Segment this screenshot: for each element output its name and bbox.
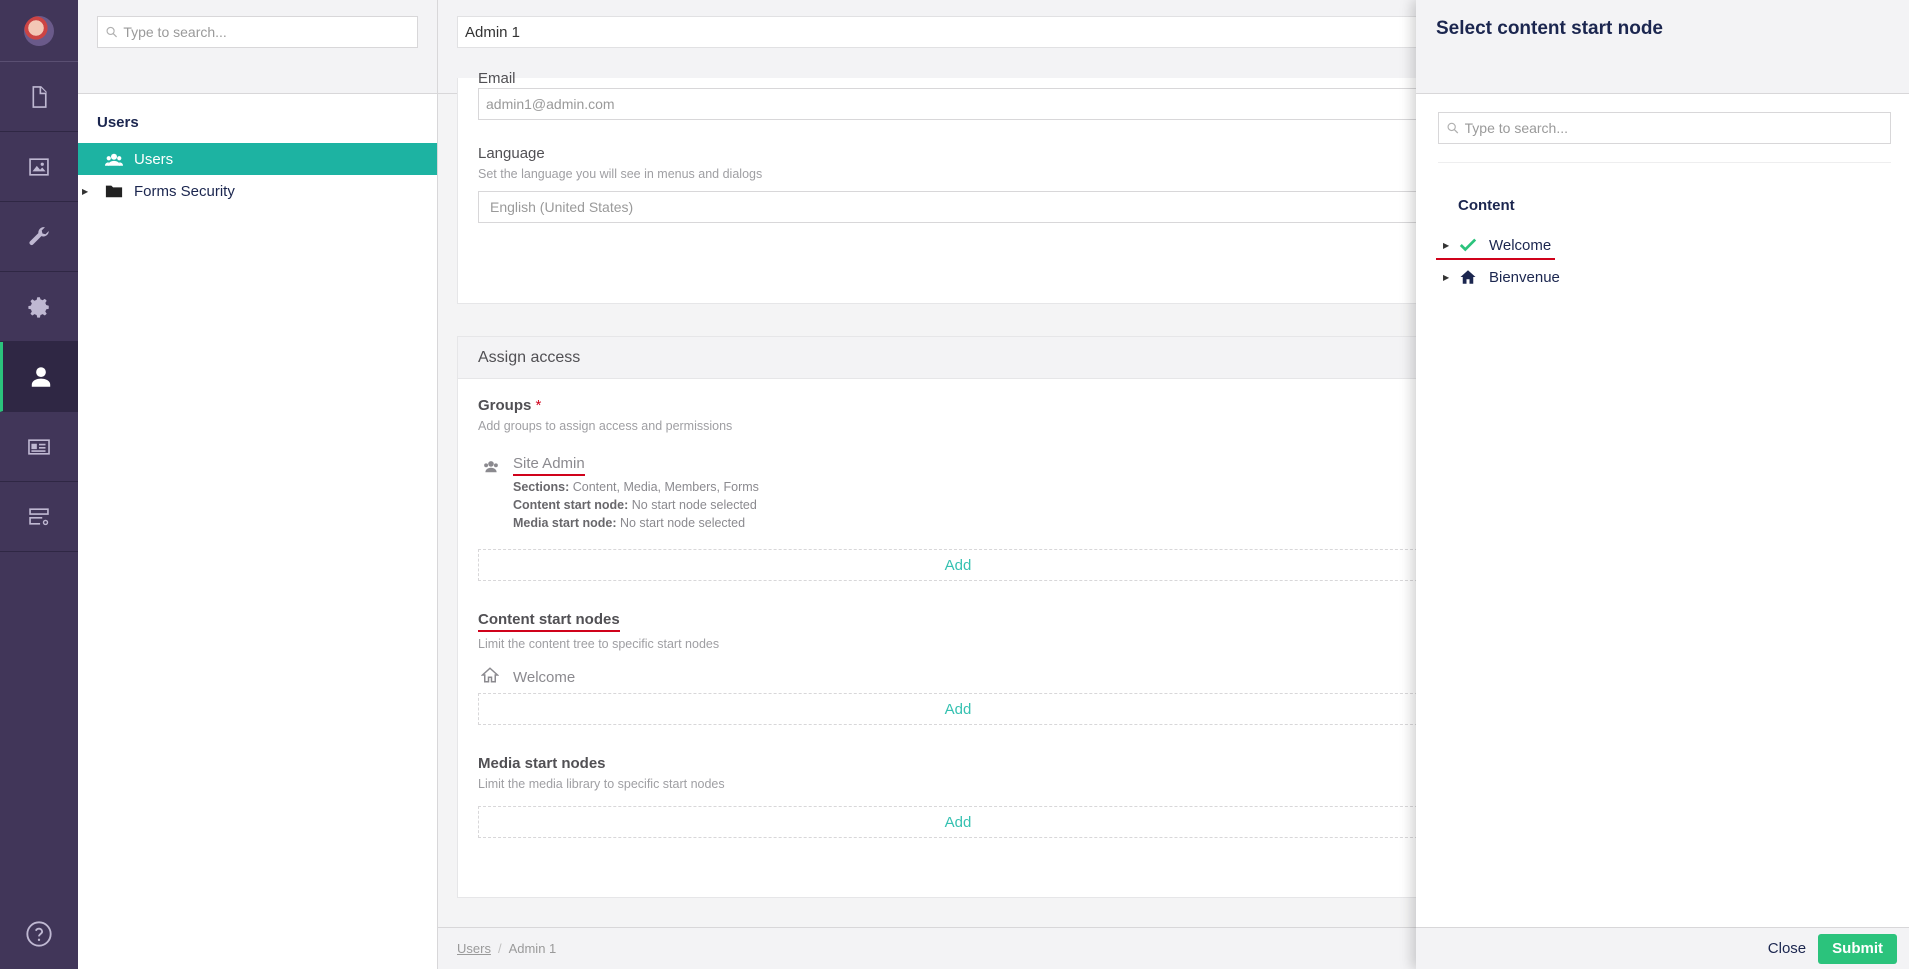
help-button[interactable] [0,909,78,959]
add-content-start-node-button[interactable]: Add [478,693,1438,725]
avatar-container [0,0,78,62]
assign-access-heading: Assign access [458,337,1556,379]
nav-members[interactable] [0,412,78,482]
tree-item-label: Forms Security [134,182,235,200]
profile-card: Email admin1@admin.com Language Set the … [457,70,1557,304]
section-sidebar [0,0,78,969]
tree-title: Users [97,114,139,131]
close-button[interactable]: Close [1768,940,1806,957]
overlay-title: Select content start node [1436,18,1663,39]
group-content-start: Content start node: No start node select… [513,498,757,512]
media-start-nodes-label: Media start nodes [478,755,606,772]
check-icon [1457,236,1479,254]
add-media-start-node-button[interactable]: Add [478,806,1438,838]
nav-content[interactable] [0,62,78,132]
expand-caret-icon[interactable]: ▶ [82,187,94,196]
required-marker: * [535,397,542,414]
tree-search [97,16,418,48]
node-bienvenue[interactable]: ▶ Bienvenue [1416,261,1909,293]
email-field[interactable]: admin1@admin.com [478,88,1438,120]
breadcrumb-users-link[interactable]: Users [457,941,491,956]
highlight-underline [1436,258,1555,260]
overlay-header: Select content start node [1416,0,1909,94]
language-select[interactable]: English (United States) [478,191,1438,223]
gear-icon [28,296,49,318]
help-icon [26,921,52,947]
nav-settings[interactable] [0,272,78,342]
group-media-start: Media start node: No start node selected [513,516,746,530]
node-label: Welcome [1489,236,1552,254]
tree-search-input[interactable] [123,24,409,40]
submit-button[interactable]: Submit [1818,933,1897,964]
content-start-node-entry: Welcome [478,665,1536,689]
overlay-footer: Close Submit [1416,927,1909,969]
content-section-heading: Content [1458,197,1515,214]
tree-panel: Users Users ▶ Forms Security [78,0,438,969]
tree-item-label: Users [134,150,174,168]
groups-description: Add groups to assign access and permissi… [478,419,733,433]
tree-item-forms-security[interactable]: ▶ Forms Security [78,175,437,207]
groups-label: Groups * [478,397,542,414]
group-entry: Site Admin Sections: Content, Media, Mem… [478,455,1536,530]
avatar[interactable] [24,15,54,46]
overlay-search-input[interactable] [1464,120,1882,136]
user-name-field[interactable]: Admin 1 [457,16,1557,48]
assign-access-card: Assign access Groups * Add groups to ass… [457,336,1557,898]
search-icon [1447,122,1459,134]
add-group-button[interactable]: Add [478,549,1438,581]
content-start-node-name[interactable]: Welcome [513,669,575,686]
nav-forms[interactable] [0,482,78,552]
tree-header [78,0,437,94]
nav-settings-tools[interactable] [0,202,78,272]
group-sections: Sections: Content, Media, Members, Forms [513,480,759,494]
nav-users[interactable] [0,342,78,412]
node-welcome[interactable]: ▶ Welcome [1416,229,1909,261]
expand-caret-icon[interactable]: ▶ [1443,273,1453,282]
home-icon [478,666,513,689]
email-label: Email [478,70,516,84]
home-icon [1457,268,1479,286]
overlay-search [1438,112,1891,144]
users-group-icon [478,455,513,530]
breadcrumb-separator: / [497,941,502,956]
search-icon [106,26,118,38]
tree-item-users[interactable]: Users [78,143,437,175]
forms-icon [29,507,49,525]
content-picker-overlay: Select content start node Content ▶ Welc… [1416,0,1909,969]
node-label: Bienvenue [1489,268,1560,286]
group-name[interactable]: Site Admin [513,455,585,476]
users-icon [104,151,124,167]
member-card-icon [28,438,50,455]
language-description: Set the language you will see in menus a… [478,167,763,181]
image-icon [29,157,49,176]
breadcrumb-current: Admin 1 [508,941,557,956]
content-start-nodes-description: Limit the content tree to specific start… [478,637,720,651]
nav-media[interactable] [0,132,78,202]
folder-icon [104,183,124,199]
wrench-icon [29,226,49,245]
language-label: Language [478,145,545,162]
expand-caret-icon[interactable]: ▶ [1443,241,1453,250]
user-icon [31,366,50,387]
media-start-nodes-description: Limit the media library to specific star… [478,777,725,791]
document-icon [32,85,47,108]
content-start-nodes-label: Content start nodes [478,611,620,632]
